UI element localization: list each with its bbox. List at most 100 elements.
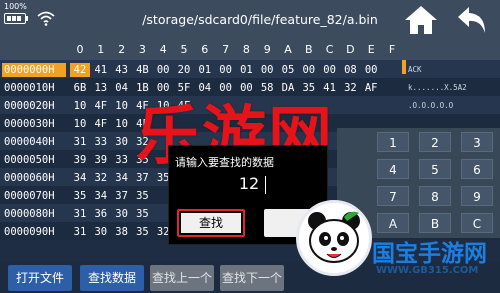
column-header-label: 6 — [201, 43, 209, 56]
hex-cell[interactable]: 20 — [174, 63, 194, 77]
find-prev-button[interactable]: 查找上一个 — [150, 265, 214, 291]
hex-cell[interactable]: 39 — [91, 153, 111, 167]
row-address[interactable]: 0000040H — [2, 135, 66, 149]
column-header-label: 7 — [222, 43, 230, 56]
hex-cell[interactable]: 6B — [70, 81, 90, 95]
hex-cell[interactable]: 35 — [132, 207, 152, 221]
hex-cell[interactable]: 31 — [70, 207, 90, 221]
hex-cell[interactable]: 10 — [70, 99, 90, 113]
column-header-label: F — [388, 43, 396, 56]
hex-cell[interactable]: 4B — [132, 63, 152, 77]
hex-cell[interactable]: AF — [361, 81, 381, 95]
hex-cell[interactable]: 08 — [340, 63, 360, 77]
hex-cell[interactable]: 32 — [340, 81, 360, 95]
search-input[interactable]: 12 — [169, 174, 329, 193]
find-next-button[interactable]: 查找下一个 — [220, 265, 284, 291]
hex-cell[interactable]: 10 — [112, 117, 132, 131]
row-address[interactable]: 0000000H — [2, 63, 66, 77]
column-header-label: 9 — [263, 43, 271, 56]
back-arrow-icon[interactable] — [455, 4, 491, 36]
battery-percent: 100% — [4, 2, 27, 11]
text-caret — [265, 176, 266, 194]
column-header-label: 5 — [180, 43, 188, 56]
hex-cell[interactable] — [340, 99, 360, 113]
hex-cell[interactable]: 4F — [91, 117, 111, 131]
hex-cell[interactable]: 4F — [91, 99, 111, 113]
top-bar: 100% /storage/sdcard0/file/feature_82/a.… — [0, 0, 500, 40]
hex-cell[interactable] — [361, 99, 381, 113]
hex-cell[interactable]: 35 — [132, 189, 152, 203]
column-header-label: 8 — [242, 43, 250, 56]
column-header-label: 2 — [118, 43, 126, 56]
find-button[interactable]: 查找 — [177, 209, 245, 237]
keypad-key[interactable]: 4 — [377, 159, 409, 179]
hex-cell[interactable]: 39 — [70, 153, 90, 167]
hex-cell[interactable]: 10 — [112, 99, 132, 113]
column-header-label: B — [305, 43, 313, 56]
hex-cell[interactable]: 30 — [91, 225, 111, 239]
find-data-button[interactable]: 查找数据 — [80, 265, 144, 291]
ascii-preview: ACK — [408, 65, 422, 74]
hex-cell[interactable]: 34 — [91, 189, 111, 203]
hex-cell[interactable]: 10 — [70, 117, 90, 131]
hex-cell[interactable]: 13 — [91, 81, 111, 95]
hex-cell[interactable]: 33 — [91, 135, 111, 149]
row-address[interactable]: 0000080H — [2, 207, 66, 221]
hex-cell[interactable]: 30 — [112, 135, 132, 149]
row-address[interactable]: 0000010H — [2, 81, 66, 95]
row-address[interactable]: 0000060H — [2, 171, 66, 185]
row-address[interactable]: 0000020H — [2, 99, 66, 113]
table-row: 0000000H 42 41 43 4B 00 20 01 00 01 00 05 00 00 08 00 AC… — [0, 60, 500, 78]
hex-cell[interactable]: 00 — [299, 63, 319, 77]
home-icon[interactable] — [403, 4, 439, 36]
column-header: 0123456789ABCDEF — [0, 40, 500, 60]
hex-cell[interactable]: 35 — [132, 225, 152, 239]
column-header-label: 3 — [138, 43, 146, 56]
hex-cell[interactable]: 33 — [112, 153, 132, 167]
row-address[interactable]: 0000050H — [2, 153, 66, 167]
keypad-key[interactable]: 2 — [419, 132, 451, 152]
hex-cell[interactable]: 31 — [70, 135, 90, 149]
column-header-label: C — [325, 43, 334, 56]
hex-cell[interactable]: 00 — [216, 63, 236, 77]
open-file-button[interactable]: 打开文件 — [8, 265, 72, 291]
hex-cell[interactable]: 42 — [70, 63, 90, 77]
column-header-label: 4 — [159, 43, 167, 56]
hex-cell[interactable]: 37 — [112, 189, 132, 203]
battery-icon: 100% — [4, 2, 30, 24]
hex-cell[interactable]: 00 — [361, 63, 381, 77]
hex-cell[interactable]: 34 — [112, 171, 132, 185]
column-header-label: D — [346, 43, 355, 56]
hex-cell[interactable]: 38 — [112, 225, 132, 239]
hex-cell[interactable]: 04 — [112, 81, 132, 95]
column-header-label: E — [367, 43, 375, 56]
logo-name: 国宝手游网 — [372, 241, 487, 267]
keypad-key[interactable]: 5 — [419, 159, 451, 179]
keypad-key[interactable]: 3 — [461, 132, 493, 152]
hex-cell[interactable]: 43 — [112, 63, 132, 77]
row-address[interactable]: 0000070H — [2, 189, 66, 203]
wifi-icon — [37, 11, 55, 26]
row-address[interactable]: 0000090H — [2, 225, 66, 239]
logo-url: WWW.GB315.COM — [376, 265, 479, 276]
hex-cell[interactable]: 30 — [112, 207, 132, 221]
column-header-label: 0 — [76, 43, 84, 56]
hex-cell[interactable]: 01 — [195, 63, 215, 77]
hex-cell[interactable]: 34 — [70, 171, 90, 185]
file-path: /storage/sdcard0/file/feature_82/a.bin — [142, 12, 378, 27]
hex-cell[interactable]: 00 — [153, 63, 173, 77]
hex-cell[interactable]: 05 — [278, 63, 298, 77]
scroll-indicator — [402, 60, 406, 74]
hex-cell[interactable]: 35 — [70, 189, 90, 203]
column-header-label: A — [284, 43, 292, 56]
keypad-key[interactable]: 6 — [461, 159, 493, 179]
keypad-key[interactable]: 1 — [377, 132, 409, 152]
hex-cell[interactable]: 01 — [236, 63, 256, 77]
hex-cell[interactable]: 00 — [320, 63, 340, 77]
hex-cell[interactable]: 32 — [91, 171, 111, 185]
hex-cell[interactable]: 00 — [257, 63, 277, 77]
row-address[interactable]: 0000030H — [2, 117, 66, 131]
hex-cell[interactable]: 31 — [70, 225, 90, 239]
hex-cell[interactable]: 41 — [91, 63, 111, 77]
hex-cell[interactable]: 36 — [91, 207, 111, 221]
